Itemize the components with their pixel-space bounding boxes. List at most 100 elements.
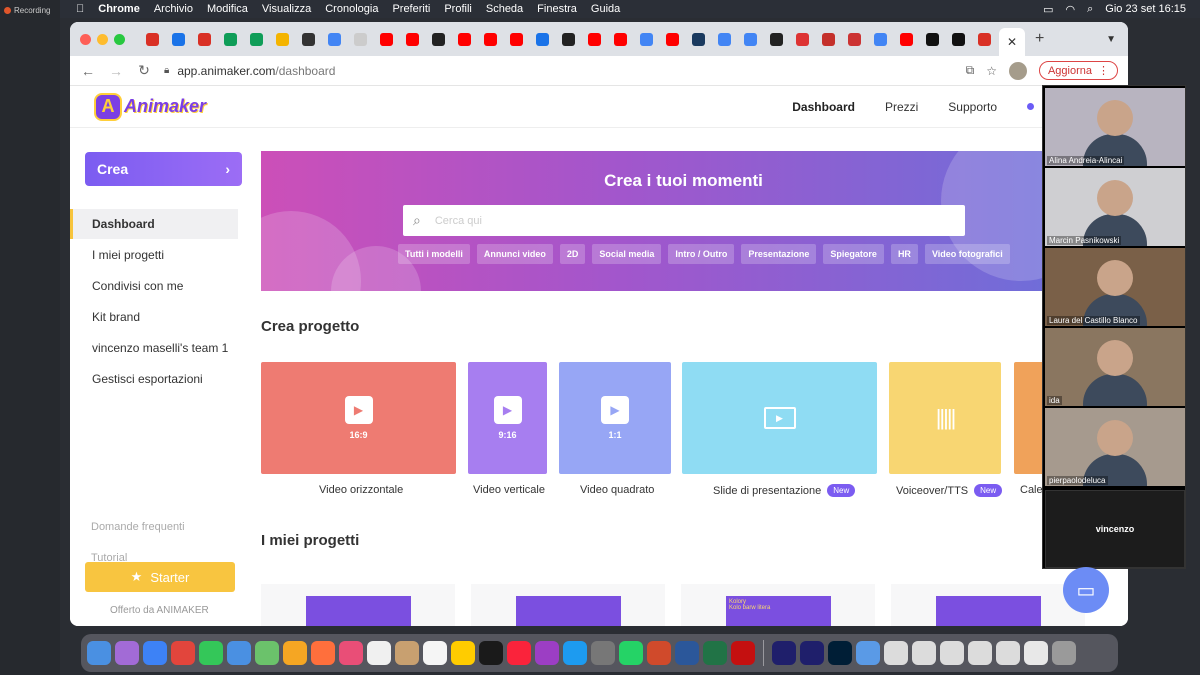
dock-app-icon[interactable] bbox=[479, 641, 503, 665]
project-type-card[interactable]: ||||| bbox=[889, 362, 1001, 474]
dock-app-icon[interactable] bbox=[423, 641, 447, 665]
reload-icon[interactable]: ↻ bbox=[136, 62, 152, 79]
menubar-item[interactable]: Modifica bbox=[207, 3, 248, 15]
browser-tab[interactable] bbox=[609, 28, 631, 50]
browser-tab[interactable] bbox=[401, 28, 423, 50]
browser-tab[interactable] bbox=[661, 28, 683, 50]
project-card[interactable] bbox=[261, 584, 455, 626]
nav-pricing[interactable]: Prezzi bbox=[885, 100, 918, 114]
browser-tab[interactable] bbox=[479, 28, 501, 50]
dock-folder-icon[interactable] bbox=[1024, 641, 1048, 665]
minimize-window-button[interactable] bbox=[97, 33, 108, 45]
browser-tab[interactable] bbox=[219, 28, 241, 50]
dock-app-icon[interactable] bbox=[563, 641, 587, 665]
sidebar-item[interactable]: I miei progetti bbox=[70, 240, 238, 270]
address-bar[interactable]: 🔒︎ app.animaker.com/dashboard bbox=[164, 60, 954, 82]
dock-app-icon[interactable] bbox=[451, 641, 475, 665]
browser-tab[interactable] bbox=[375, 28, 397, 50]
dock-app-icon[interactable] bbox=[800, 641, 824, 665]
category-chip[interactable]: Intro / Outro bbox=[668, 244, 735, 264]
bookmark-star-icon[interactable]: ☆ bbox=[986, 64, 997, 78]
participant-video-tile[interactable]: Laura del Castillo Blanco bbox=[1045, 248, 1185, 326]
nav-dashboard[interactable]: Dashboard bbox=[792, 100, 855, 114]
close-window-button[interactable] bbox=[80, 33, 91, 45]
browser-tab[interactable] bbox=[505, 28, 527, 50]
menubar-item[interactable]: Scheda bbox=[486, 3, 523, 15]
browser-tab[interactable] bbox=[895, 28, 917, 50]
menubar-app-name[interactable]: Chrome bbox=[98, 3, 140, 15]
browser-tab[interactable] bbox=[557, 28, 579, 50]
menubar-datetime[interactable]: Gio 23 set 16:15 bbox=[1105, 3, 1186, 15]
menubar-item[interactable]: Preferiti bbox=[392, 3, 430, 15]
dock-app-icon[interactable] bbox=[731, 641, 755, 665]
new-tab-button[interactable]: + bbox=[1035, 30, 1044, 48]
back-icon[interactable]: ← bbox=[80, 63, 96, 79]
browser-tab[interactable] bbox=[713, 28, 735, 50]
tab-search-icon[interactable]: ▼ bbox=[1106, 34, 1116, 45]
dock-app-icon[interactable] bbox=[647, 641, 671, 665]
browser-tab[interactable] bbox=[687, 28, 709, 50]
menubar-item[interactable]: Finestra bbox=[537, 3, 577, 15]
animaker-logo[interactable]: A Animaker bbox=[94, 92, 206, 121]
active-tab[interactable]: ✕ bbox=[999, 28, 1025, 56]
browser-tab[interactable] bbox=[271, 28, 293, 50]
dock-folder-icon[interactable] bbox=[940, 641, 964, 665]
browser-tab[interactable] bbox=[765, 28, 787, 50]
category-chip[interactable]: Presentazione bbox=[741, 244, 817, 264]
search-icon[interactable]: ⌕ bbox=[1087, 3, 1093, 16]
create-button[interactable]: Crea › bbox=[85, 152, 242, 186]
category-chip[interactable]: Social media bbox=[592, 244, 662, 264]
dock-folder-icon[interactable] bbox=[912, 641, 936, 665]
category-chip[interactable]: HR bbox=[890, 244, 918, 264]
browser-tab[interactable] bbox=[921, 28, 943, 50]
dock-folder-icon[interactable] bbox=[968, 641, 992, 665]
browser-tab[interactable] bbox=[297, 28, 319, 50]
dock-app-icon[interactable] bbox=[143, 641, 167, 665]
browser-tab[interactable] bbox=[141, 28, 163, 50]
category-chip[interactable]: 2D bbox=[559, 244, 586, 264]
starter-plan-button[interactable]: ★ Starter bbox=[85, 562, 235, 592]
project-type-card[interactable]: ▶ bbox=[682, 362, 877, 474]
dock-app-icon[interactable] bbox=[675, 641, 699, 665]
category-chip[interactable]: Spiegatore bbox=[823, 244, 884, 264]
browser-tab[interactable] bbox=[453, 28, 475, 50]
dock-app-icon[interactable] bbox=[171, 641, 195, 665]
category-chip[interactable]: Video fotografici bbox=[924, 244, 1010, 264]
zoom-window-button[interactable] bbox=[114, 33, 125, 45]
dock-app-icon[interactable] bbox=[591, 641, 615, 665]
browser-tab[interactable] bbox=[427, 28, 449, 50]
browser-tab[interactable] bbox=[843, 28, 865, 50]
dock-app-icon[interactable] bbox=[115, 641, 139, 665]
participant-video-tile[interactable]: ida bbox=[1045, 328, 1185, 406]
chat-support-icon[interactable]: ▭ bbox=[1063, 567, 1109, 613]
close-tab-icon[interactable]: ✕ bbox=[1007, 35, 1017, 49]
dock-app-icon[interactable] bbox=[772, 641, 796, 665]
participant-video-tile[interactable]: Marcin Pasnikowski bbox=[1045, 168, 1185, 246]
sidebar-item[interactable]: Gestisci esportazioni bbox=[70, 364, 238, 394]
participant-video-tile[interactable]: Alina Andreia-Alincai bbox=[1045, 88, 1185, 166]
browser-tab[interactable] bbox=[973, 28, 995, 50]
project-card[interactable] bbox=[891, 584, 1085, 626]
dock-app-icon[interactable] bbox=[227, 641, 251, 665]
faq-link[interactable]: Domande frequenti bbox=[91, 521, 185, 533]
update-button[interactable]: Aggiorna ⋮ bbox=[1038, 61, 1118, 80]
dock-folder-icon[interactable] bbox=[856, 641, 880, 665]
dock-app-icon[interactable] bbox=[703, 641, 727, 665]
dock-app-icon[interactable] bbox=[283, 641, 307, 665]
category-chip[interactable]: Tutti i modelli bbox=[398, 244, 470, 264]
dock-folder-icon[interactable] bbox=[1052, 641, 1076, 665]
project-type-card[interactable]: ▶ 1:1 bbox=[559, 362, 671, 474]
menubar-item[interactable]: Visualizza bbox=[262, 3, 311, 15]
browser-tab[interactable] bbox=[323, 28, 345, 50]
participant-video-tile[interactable]: pierpaolodeluca bbox=[1045, 408, 1185, 486]
translate-icon[interactable]: ⧉ bbox=[966, 63, 975, 78]
browser-tab[interactable] bbox=[947, 28, 969, 50]
sidebar-item[interactable]: Dashboard bbox=[70, 209, 238, 239]
browser-tab[interactable] bbox=[531, 28, 553, 50]
dock-app-icon[interactable] bbox=[535, 641, 559, 665]
nav-support[interactable]: Supporto bbox=[948, 100, 997, 114]
dock-app-icon[interactable] bbox=[367, 641, 391, 665]
menubar-item[interactable]: Guida bbox=[591, 3, 620, 15]
sidebar-item[interactable]: Kit brand bbox=[70, 302, 238, 332]
dock-app-icon[interactable] bbox=[395, 641, 419, 665]
